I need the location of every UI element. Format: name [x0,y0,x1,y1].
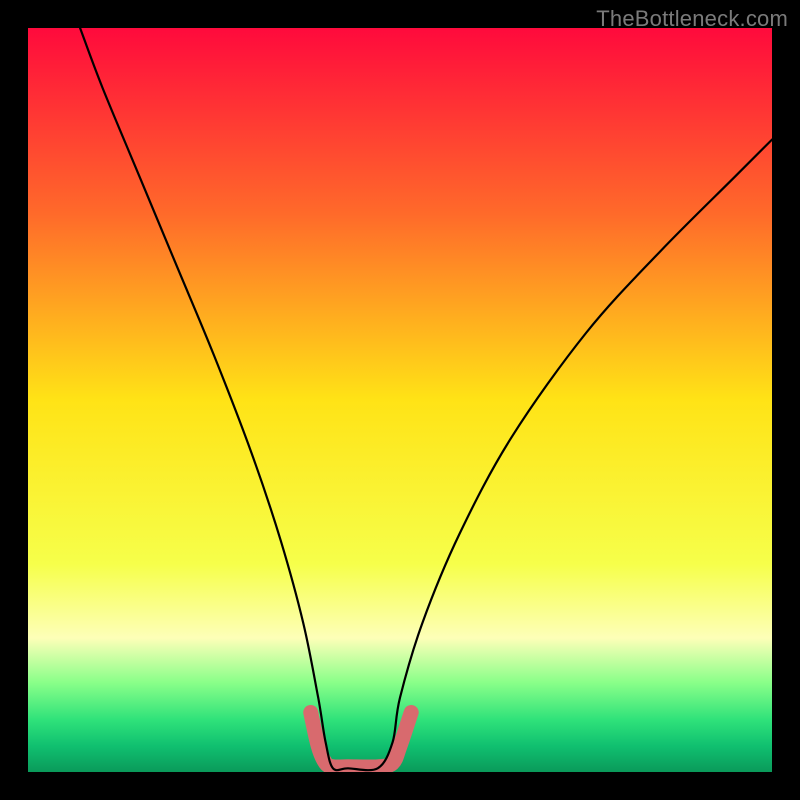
bottleneck-chart-svg [28,28,772,772]
chart-area [28,28,772,772]
watermark-text: TheBottleneck.com [596,6,788,32]
gradient-background [28,28,772,772]
